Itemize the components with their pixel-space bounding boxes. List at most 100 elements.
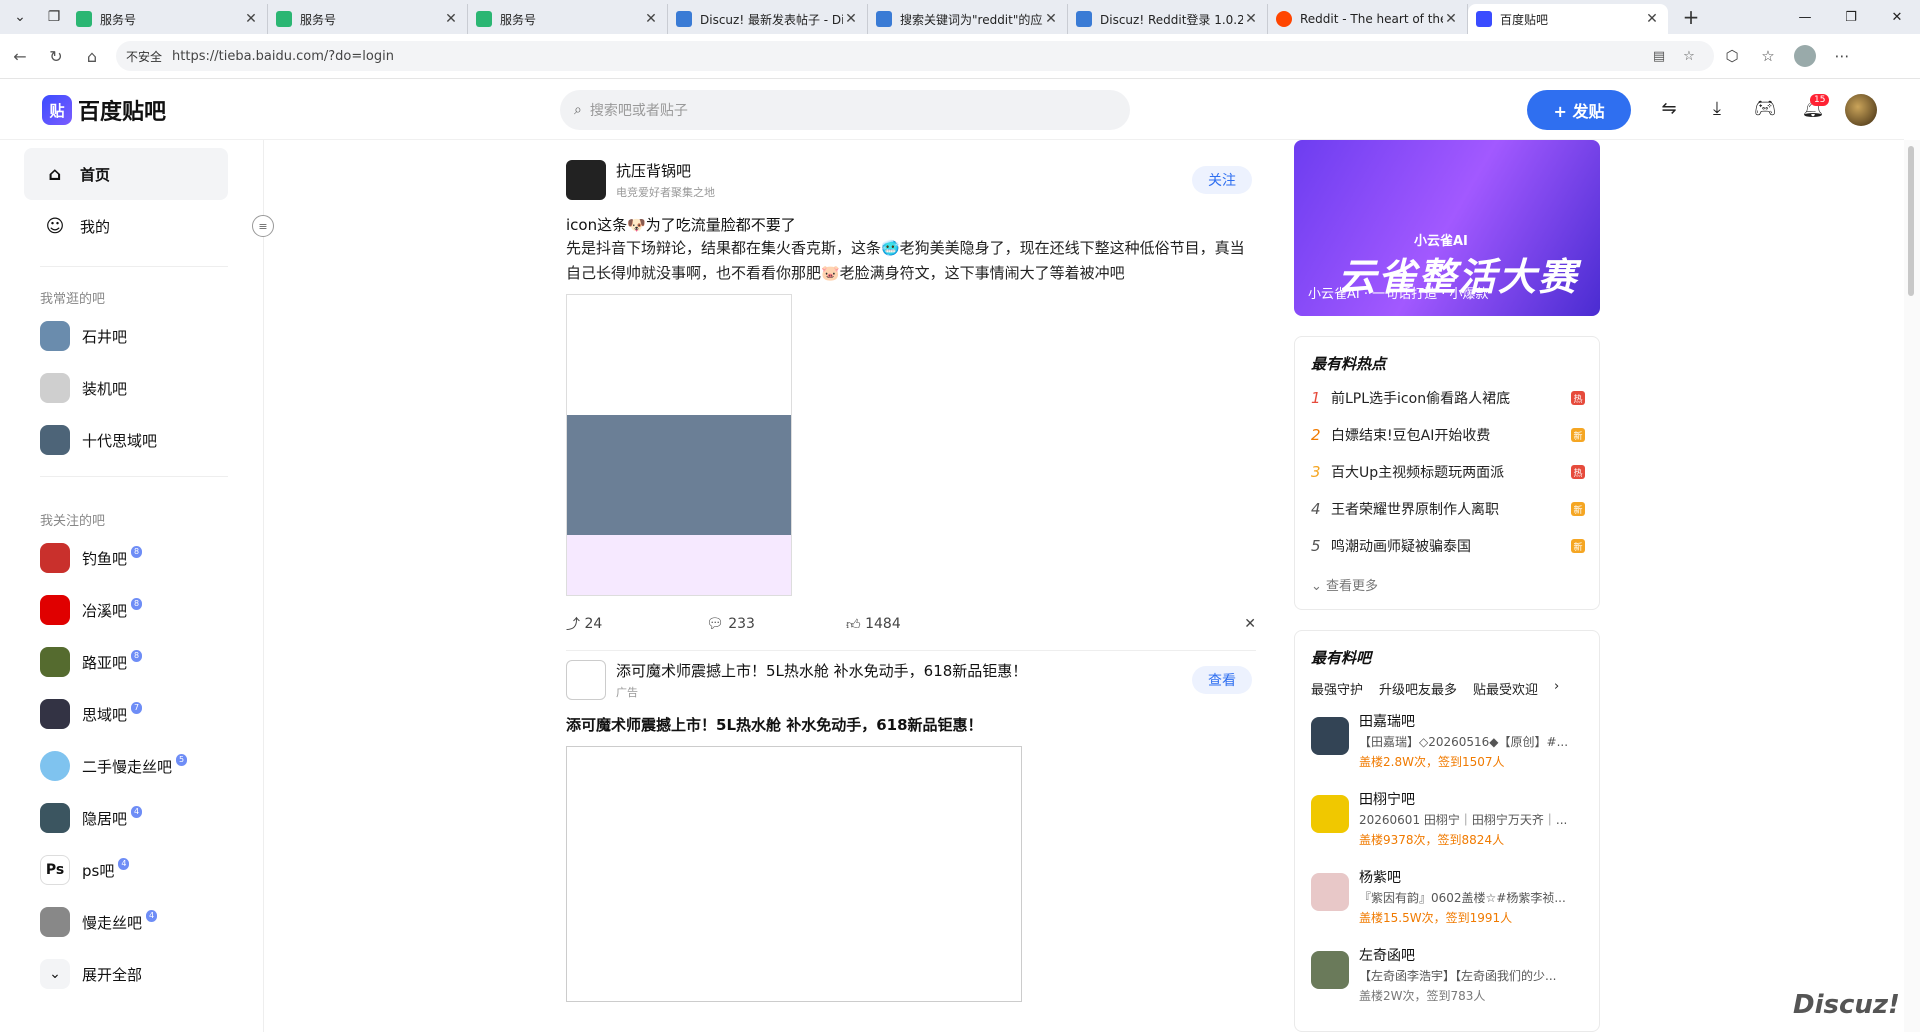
ad-image[interactable] bbox=[566, 746, 1022, 1002]
follow-button[interactable]: 关注 bbox=[1192, 166, 1252, 194]
see-more-link[interactable]: ⌄ 查看更多 bbox=[1311, 575, 1378, 594]
chevron-down-icon: ⌄ bbox=[1311, 579, 1327, 594]
sidebar-forum-item[interactable]: 思域吧 7 bbox=[40, 698, 143, 730]
browser-tab[interactable]: 服务号 ✕ bbox=[268, 4, 468, 34]
sidebar-forum-item[interactable]: 隐居吧 4 bbox=[40, 802, 143, 834]
gamepad-icon[interactable]: 🎮︎ bbox=[1752, 98, 1778, 124]
sidebar-forum-item[interactable]: 慢走丝吧 4 bbox=[40, 906, 158, 938]
tab-close-icon[interactable]: ✕ bbox=[643, 11, 659, 27]
tab-most-popular[interactable]: 贴最受欢迎 bbox=[1473, 679, 1538, 698]
tab-strongest[interactable]: 最强守护 bbox=[1311, 679, 1363, 698]
tab-close-icon[interactable]: ✕ bbox=[243, 11, 259, 27]
share-icon: ⤴ bbox=[566, 617, 585, 633]
close-window-icon[interactable]: ✕ bbox=[1874, 0, 1920, 34]
hot-topic-item[interactable]: 1 前LPL选手icon偷看路人裙底热 bbox=[1311, 387, 1585, 409]
browser-tab[interactable]: 服务号 ✕ bbox=[468, 4, 668, 34]
browser-tab[interactable]: Discuz! Reddit登录 1.0.2(zx✕ bbox=[1068, 4, 1268, 34]
new-tag: 新 bbox=[1571, 502, 1585, 516]
comment-button[interactable]: 💬︎ 233 bbox=[706, 616, 846, 632]
post-body[interactable]: 先是抖音下场辩论，结果都在集火香克斯，这条🥶老狗美美隐身了，现在还线下整这种低俗… bbox=[566, 236, 1256, 286]
search-placeholder: 搜索吧或者贴子 bbox=[589, 103, 688, 119]
sidebar-forum-item[interactable]: 二手慢走丝吧 5 bbox=[40, 750, 188, 782]
user-avatar[interactable] bbox=[1845, 94, 1877, 126]
reload-icon[interactable]: ↻ bbox=[40, 40, 72, 72]
dismiss-post-icon[interactable]: ✕ bbox=[1244, 616, 1256, 632]
favorite-star-icon[interactable]: ☆ bbox=[1674, 49, 1704, 64]
post-card[interactable]: 抗压背锅吧 电竞爱好者聚集之地 关注 icon这条🐶为了吃流量脸都不要了 先是抖… bbox=[552, 140, 1264, 730]
post-image[interactable] bbox=[566, 294, 792, 596]
sidebar-forum-item[interactable]: 钓鱼吧 8 bbox=[40, 542, 143, 574]
favorites-icon[interactable]: ☆ bbox=[1750, 47, 1786, 65]
switch-icon[interactable]: ⇋ bbox=[1656, 98, 1682, 124]
download-icon[interactable]: ⤓ bbox=[1704, 98, 1730, 124]
hot-topic-item[interactable]: 5 鸣潮动画师疑被骗泰国新 bbox=[1311, 535, 1585, 557]
more-menu-icon[interactable]: ⋯ bbox=[1824, 47, 1860, 65]
tab-close-icon[interactable]: ✕ bbox=[843, 11, 859, 27]
top-forum-item[interactable]: 杨紫吧 『紫因有韵』0602盖楼☆#杨紫李祯... 盖楼15.5W次，签到1991人 bbox=[1311, 867, 1585, 937]
hot-topic-item[interactable]: 4 王者荣耀世界原制作人离职新 bbox=[1311, 498, 1585, 520]
tab-close-icon[interactable]: ✕ bbox=[443, 11, 459, 27]
scrollbar-thumb[interactable] bbox=[1908, 146, 1914, 296]
like-button[interactable]: 👍︎ 1484 bbox=[846, 616, 1244, 633]
ad-title[interactable]: 添可魔术师震撼上市！5L热水舱 补水免动手，618新品钜惠！ bbox=[566, 714, 983, 735]
reader-icon[interactable]: ▤ bbox=[1644, 49, 1674, 64]
post-title[interactable]: icon这条🐶为了吃流量脸都不要了 bbox=[566, 214, 796, 235]
url-field[interactable]: 不安全 https://tieba.baidu.com/?do=login ▤ … bbox=[116, 41, 1714, 71]
ad-header[interactable]: 添可魔术师震撼上市！5L热水舱 补水免动手，618新品钜惠！ 广告 bbox=[566, 660, 1027, 700]
browser-tab[interactable]: Discuz! 最新发表帖子 - Disc ✕ bbox=[668, 4, 868, 34]
tab-favicon-icon bbox=[876, 11, 892, 27]
page-scrollbar[interactable] bbox=[1904, 140, 1920, 1032]
expand-all-button[interactable]: ⌄ 展开全部 bbox=[40, 958, 142, 990]
sidebar-forum-item[interactable]: 路亚吧 8 bbox=[40, 646, 143, 678]
new-tag: 新 bbox=[1571, 539, 1585, 553]
tab-close-icon[interactable]: ✕ bbox=[1644, 11, 1660, 27]
minimize-icon[interactable]: — bbox=[1782, 0, 1828, 34]
tieba-logo[interactable]: 贴 百度贴吧 bbox=[42, 94, 166, 126]
home-icon[interactable]: ⌂ bbox=[76, 40, 108, 72]
sidebar-forum-item[interactable]: Ps ps吧 4 bbox=[40, 854, 130, 886]
share-button[interactable]: ⤴ 24 bbox=[566, 614, 706, 634]
ad-card[interactable]: 添可魔术师震撼上市！5L热水舱 补水免动手，618新品钜惠！ 广告 查看 添可魔… bbox=[552, 660, 1264, 1002]
sidebar-forum-item[interactable]: 石井吧 bbox=[40, 320, 127, 352]
hot-topic-item[interactable]: 2 白嫖结束!豆包AI开始收费新 bbox=[1311, 424, 1585, 446]
hot-topic-item[interactable]: 3 百大Up主视频标题玩两面派热 bbox=[1311, 461, 1585, 483]
browser-tab[interactable]: 搜索关键词为"reddit"的应用 ✕ bbox=[868, 4, 1068, 34]
search-input[interactable]: ⌕ 搜索吧或者贴子 bbox=[560, 90, 1130, 130]
ad-headline[interactable]: 添可魔术师震撼上市！5L热水舱 补水免动手，618新品钜惠！ bbox=[616, 660, 1027, 681]
address-bar-row: ← ↻ ⌂ 不安全 https://tieba.baidu.com/?do=lo… bbox=[0, 34, 1920, 79]
tab-most-upgraded[interactable]: 升级吧友最多 bbox=[1379, 679, 1457, 698]
back-icon[interactable]: ← bbox=[4, 40, 36, 72]
site-header: 贴 百度贴吧 ⌕ 搜索吧或者贴子 + 发贴 ⇋ ⤓ 🎮︎ 🔔︎ 15 bbox=[0, 80, 1904, 140]
security-warning[interactable]: 不安全 bbox=[126, 48, 162, 65]
view-button[interactable]: 查看 bbox=[1192, 666, 1252, 694]
collapse-sidebar-icon[interactable]: ≡ bbox=[252, 215, 274, 237]
sidebar-forum-item[interactable]: 冶溪吧 8 bbox=[40, 594, 143, 626]
extensions-icon[interactable]: ⬡ bbox=[1714, 47, 1750, 65]
browser-tab[interactable]: 服务号 ✕ bbox=[68, 4, 268, 34]
new-tab-icon[interactable]: + bbox=[1676, 5, 1706, 29]
thumbs-up-icon: 👍︎ bbox=[846, 616, 866, 633]
divider bbox=[566, 650, 1256, 651]
restore-icon[interactable]: ❐ bbox=[1828, 0, 1874, 34]
promo-banner[interactable]: 小云雀AI 云雀整活大赛 小云雀AI · 一句话打造 · 小爆款 bbox=[1294, 140, 1600, 316]
new-post-button[interactable]: + 发贴 bbox=[1527, 90, 1631, 130]
browser-tab-active[interactable]: 百度贴吧 ✕ bbox=[1468, 4, 1668, 34]
tab-close-icon[interactable]: ✕ bbox=[1243, 11, 1259, 27]
chevron-right-icon[interactable]: › bbox=[1554, 679, 1559, 698]
profile-avatar[interactable] bbox=[1794, 45, 1816, 67]
forum-name[interactable]: 抗压背锅吧 bbox=[616, 160, 715, 181]
sidebar-forum-item[interactable]: 十代思域吧 bbox=[40, 424, 157, 456]
nav-home[interactable]: ⌂ 首页 bbox=[24, 148, 228, 200]
nav-mine[interactable]: ☺ 我的 bbox=[24, 200, 228, 252]
tab-close-icon[interactable]: ✕ bbox=[1443, 11, 1459, 27]
top-forum-item[interactable]: 田栩宁吧 20260601 田栩宁｜田栩宁万天齐｜... 盖楼9378次，签到882… bbox=[1311, 789, 1585, 859]
tab-menu-icon[interactable]: ⌄ bbox=[6, 3, 34, 31]
top-forum-item[interactable]: 田嘉瑞吧 【田嘉瑞】◇20260516◆【原创】#... 盖楼2.8W次，签到150… bbox=[1311, 711, 1585, 781]
forum-avatar bbox=[40, 543, 70, 573]
sidebar-forum-item[interactable]: 装机吧 bbox=[40, 372, 127, 404]
top-forum-item[interactable]: 左奇函吧 【左奇函李浩宇】【左奇函我们的少... 盖楼2W次，签到783人 bbox=[1311, 945, 1585, 1015]
workspaces-icon[interactable]: ❐ bbox=[40, 3, 68, 31]
browser-tab[interactable]: Reddit - The heart of the int✕ bbox=[1268, 4, 1468, 34]
post-forum-header[interactable]: 抗压背锅吧 电竞爱好者聚集之地 bbox=[566, 160, 715, 200]
tab-close-icon[interactable]: ✕ bbox=[1043, 11, 1059, 27]
